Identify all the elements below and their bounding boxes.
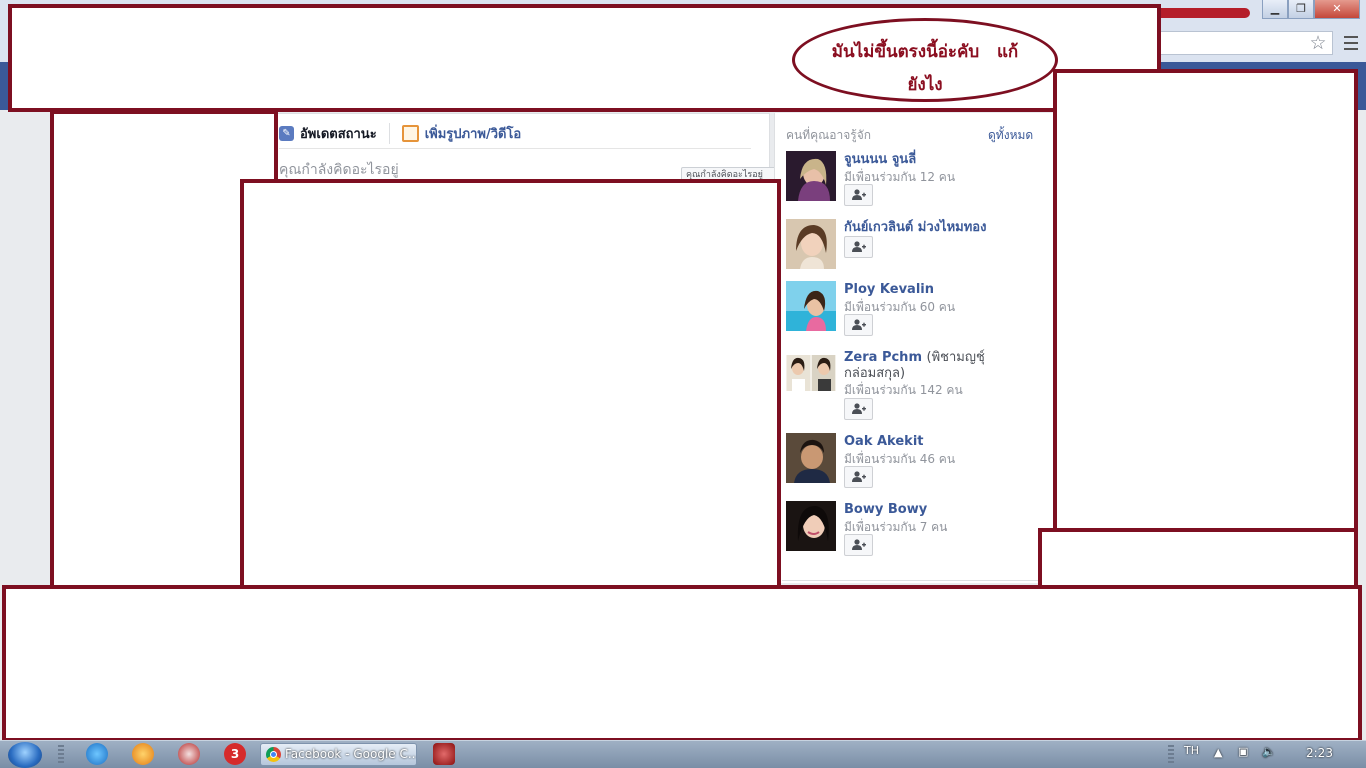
taskbar-facebook-chrome[interactable]: Facebook - Google C... <box>260 743 417 766</box>
suggestion-name[interactable]: จูนนนน จูนลี่ <box>844 151 916 168</box>
close-button[interactable]: ✕ <box>1314 0 1360 19</box>
suggestion-item: กันย์เกวลินต์ ม่วงไหมทอง <box>786 219 1046 271</box>
suggestion-name[interactable]: Oak Akekit <box>844 433 924 450</box>
add-friend-icon <box>851 319 866 330</box>
chrome-icon <box>266 747 281 762</box>
avatar[interactable] <box>786 433 836 483</box>
channel-3-icon[interactable]: 3 <box>224 743 246 765</box>
bookmark-star-icon[interactable]: ☆ <box>1306 32 1330 54</box>
add-friend-button[interactable] <box>844 314 873 336</box>
add-friend-icon <box>851 471 866 482</box>
annotation-arrow <box>1160 8 1250 18</box>
composer-divider <box>279 148 751 149</box>
suggestion-item: Ploy Kevalin มีเพื่อนร่วมกัน 60 คน <box>786 281 1046 339</box>
add-friend-button[interactable] <box>844 236 873 258</box>
suggestion-name[interactable]: กันย์เกวลินต์ ม่วงไหมทอง <box>844 219 986 236</box>
pymk-separator <box>782 580 1038 581</box>
tray-grip <box>1168 745 1174 765</box>
avatar[interactable] <box>786 219 836 269</box>
start-button[interactable] <box>8 742 42 768</box>
suggestion-name-primary[interactable]: Zera Pchm <box>844 350 922 365</box>
status-input[interactable] <box>279 160 679 180</box>
volume-icon[interactable]: 🔈 <box>1262 745 1276 758</box>
maximize-button[interactable]: ❐ <box>1288 0 1314 19</box>
avatar[interactable] <box>786 151 836 201</box>
annotation-text: มันไม่ขึ้นตรงนี้อ่ะคับ แก้ ยังไง <box>805 36 1045 102</box>
add-friend-button[interactable] <box>844 466 873 488</box>
app-orange-icon[interactable] <box>132 743 154 765</box>
suggestion-item: จูนนนน จูนลี่ มีเพื่อนร่วมกัน 12 คน <box>786 151 1046 209</box>
redaction-box-right <box>1053 69 1358 532</box>
tab-update-status-label: อัพเดตสถานะ <box>300 126 377 142</box>
app-chart-icon[interactable] <box>178 743 200 765</box>
suggestion-name[interactable]: Zera Pchm (พิชามญชุ์ <box>844 349 985 366</box>
add-friend-icon <box>851 241 866 252</box>
add-friend-button[interactable] <box>844 534 873 556</box>
suggestion-item: Bowy Bowy มีเพื่อนร่วมกัน 7 คน <box>786 501 1046 559</box>
network-icon[interactable]: ▣ <box>1238 745 1248 758</box>
see-all-link[interactable]: ดูทั้งหมด <box>988 126 1033 145</box>
app-red-icon[interactable] <box>433 743 455 765</box>
windows-taskbar <box>0 740 1366 768</box>
suggestion-name[interactable]: Bowy Bowy <box>844 501 927 518</box>
suggestion-name-alt: (พิชามญชุ์ <box>926 350 985 365</box>
redaction-box-bottom <box>2 585 1362 742</box>
avatar[interactable] <box>786 281 836 331</box>
suggestion-item: Zera Pchm (พิชามญชุ์ กล่อมสกุล) มีเพื่อน… <box>786 349 1046 423</box>
minimize-button[interactable]: ▁ <box>1262 0 1288 19</box>
suggestion-item: Oak Akekit มีเพื่อนร่วมกัน 46 คน <box>786 433 1046 491</box>
pencil-icon: ✎ <box>279 125 294 141</box>
composer-tabs: ✎ อัพเดตสถานะ เพิ่มรูปภาพ/วิดีโอ <box>279 122 521 144</box>
window-controls: ▁ ❐ ✕ <box>1262 0 1366 19</box>
browser-menu-icon[interactable] <box>1340 32 1362 54</box>
suggestion-name[interactable]: Ploy Kevalin <box>844 281 934 298</box>
language-indicator[interactable]: TH <box>1184 744 1199 757</box>
internet-explorer-icon[interactable] <box>86 743 108 765</box>
photo-icon <box>401 124 419 142</box>
add-friend-button[interactable] <box>844 398 873 420</box>
annotation-line-1: มันไม่ขึ้นตรงนี้อ่ะคับ แก้ <box>831 42 1019 62</box>
clock[interactable]: 2:23 <box>1306 746 1333 760</box>
tab-update-status[interactable]: ✎ อัพเดตสถานะ <box>279 123 377 144</box>
add-friend-icon <box>851 403 866 414</box>
annotation-line-2: ยังไง <box>907 75 943 95</box>
tray-expand-icon[interactable]: ▲ <box>1214 746 1222 759</box>
add-friend-icon <box>851 189 866 200</box>
suggestion-name-alt-line2: กล่อมสกุล) <box>844 366 906 381</box>
add-friend-icon <box>851 539 866 550</box>
add-friend-button[interactable] <box>844 184 873 206</box>
tab-add-photo-video[interactable]: เพิ่มรูปภาพ/วิดีโอ <box>388 122 522 144</box>
avatar[interactable] <box>786 355 836 391</box>
taskbar-grip <box>58 745 64 765</box>
tab-add-photo-video-label: เพิ่มรูปภาพ/วิดีโอ <box>424 126 522 142</box>
avatar[interactable] <box>786 501 836 551</box>
redaction-box-center <box>240 179 781 590</box>
pymk-title: คนที่คุณอาจรู้จัก <box>786 128 872 142</box>
